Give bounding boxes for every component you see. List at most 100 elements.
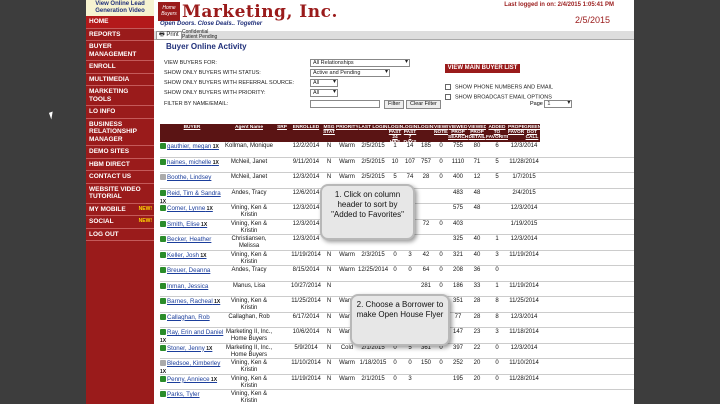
status-dot-icon bbox=[160, 282, 166, 289]
column-header-logins-past-7-days[interactable]: LOGINS PAST 7 DAYS bbox=[402, 124, 418, 142]
column-header-logins[interactable]: LOGINS bbox=[418, 124, 434, 142]
sidebar-item-hbm-direct[interactable]: HBM DIRECT bbox=[86, 159, 154, 171]
cell-agent: Vining, Ken & Kristin bbox=[230, 220, 268, 234]
cell-enrolled: 12/3/2014 bbox=[292, 174, 320, 180]
cell-c8: 11/28/2014 bbox=[509, 158, 539, 165]
sidebar-item-contact-us[interactable]: CONTACT US bbox=[86, 171, 154, 184]
column-header-enrolled[interactable]: ENROLLED bbox=[290, 124, 322, 142]
page-select[interactable]: 1 bbox=[544, 100, 573, 108]
buyer-name-link[interactable]: Comer, Lynne 1X bbox=[160, 204, 224, 219]
cell-agent: Marketing II, Inc., Home Buyers bbox=[225, 329, 273, 342]
buyer-name-link[interactable]: haines, michelle 1X bbox=[160, 158, 224, 173]
referral-select[interactable]: All bbox=[310, 79, 338, 87]
column-header-agent-name[interactable]: Agent Name bbox=[224, 124, 274, 142]
sidebar-item-buyer-management[interactable]: BUYER MANAGEMENT bbox=[86, 41, 154, 61]
column-header-added-to-favorites[interactable]: ADDED TO FAVORITES bbox=[486, 124, 508, 142]
multiplier-label: 1X bbox=[199, 252, 207, 259]
column-header-srp[interactable]: SRP bbox=[274, 124, 290, 142]
show-phone-checkbox[interactable]: SHOW PHONE NUMBERS AND EMAIL bbox=[445, 84, 553, 90]
cell-c7: 1 bbox=[495, 236, 499, 242]
sidebar-item-business-relationship-manager[interactable]: BUSINESS RELATIONSHIP MANAGER bbox=[86, 119, 154, 146]
filter-button[interactable]: Filter bbox=[384, 100, 405, 109]
print-button[interactable]: 🖶 Print bbox=[156, 31, 182, 40]
column-header-green-dot-call[interactable]: GREEN DOT CALL bbox=[524, 124, 540, 142]
sidebar-item-log-out[interactable]: LOG OUT bbox=[86, 229, 154, 241]
buyer-name-link[interactable]: gauthier, megan 1X bbox=[160, 142, 224, 157]
sidebar-item-enroll[interactable]: ENROLL bbox=[86, 61, 154, 74]
priority-select[interactable]: All bbox=[310, 89, 338, 97]
buyer-name-link[interactable]: Inman, Jessica bbox=[160, 282, 224, 297]
name-email-input[interactable] bbox=[310, 100, 380, 108]
buyer-name-link[interactable]: Callaghan, Rob bbox=[160, 313, 224, 328]
view-main-buyer-list-button[interactable]: VIEW MAIN BUYER LIST bbox=[445, 64, 520, 73]
cell-priority: Warm bbox=[339, 143, 355, 149]
buyer-name-link[interactable]: Barnes, Racheal 1X bbox=[160, 297, 224, 312]
sidebar-item-reports[interactable]: REPORTS bbox=[86, 29, 154, 41]
cell-srp bbox=[274, 282, 290, 297]
sidebar-item-lo-info[interactable]: LO INFO bbox=[86, 106, 154, 119]
column-header-viewed-prop-detail[interactable]: VIEWED PROP DETAIL bbox=[468, 124, 486, 142]
column-header-properties-favorites[interactable]: PROPERTIES FAVORITES bbox=[508, 124, 524, 142]
cell-c7: 8 bbox=[495, 298, 499, 304]
status-dot-icon bbox=[160, 143, 166, 150]
column-header-viewed-prop-search[interactable]: VIEWED PROP SEARCH bbox=[448, 124, 468, 142]
cell-srp bbox=[274, 313, 290, 328]
buyer-name-link[interactable]: Breuer, Deanna bbox=[160, 266, 224, 281]
buyer-name-link[interactable]: Reid, Tim & Sandra 1X bbox=[160, 189, 224, 204]
buyer-name-link[interactable]: Keller, Josh 1X bbox=[160, 251, 224, 266]
cell-agent: Vining, Ken & Kristin bbox=[230, 375, 268, 389]
cell-c5: 1110 bbox=[451, 158, 465, 165]
buyer-name: Stoner, Jenny bbox=[167, 344, 205, 352]
sidebar-item-website-video-tutorial[interactable]: WEBSITE VIDEO TUTORIAL bbox=[86, 184, 154, 204]
multiplier-label: 1X bbox=[160, 338, 167, 343]
cell-c3: 64 bbox=[422, 267, 430, 273]
buyer-name-link[interactable]: Becker, Heather bbox=[160, 235, 224, 250]
cell-last: 2/5/2015 bbox=[361, 158, 385, 165]
multiplier-label: 1X bbox=[204, 345, 213, 352]
buyer-name-link[interactable]: Parks, Tyler bbox=[160, 390, 224, 404]
sidebar-item-label: MULTIMEDIA bbox=[89, 75, 130, 83]
buyer-name-link[interactable]: Penny, Anniece 1X bbox=[160, 375, 224, 390]
sidebar-item-social[interactable]: SOCIAL NEW! bbox=[86, 216, 154, 229]
sidebar-item-demo-sites[interactable]: DEMO SITES bbox=[86, 146, 154, 159]
status-dot-icon bbox=[160, 236, 166, 243]
buyer-name-link[interactable]: Ray, Erin and Daniel 1X bbox=[160, 328, 224, 343]
column-header-buyer[interactable]: BUYER bbox=[160, 124, 224, 142]
sidebar-item-multimedia[interactable]: MULTIMEDIA bbox=[86, 74, 154, 86]
sidebar-item-my-mobile[interactable]: MY MOBILE NEW! bbox=[86, 204, 154, 216]
column-header-msg-stat[interactable]: MSG STAT bbox=[322, 124, 336, 142]
cell-c3 bbox=[418, 375, 434, 390]
column-header-viewed-notes[interactable]: VIEWED NOTES bbox=[434, 124, 448, 142]
clear-filter-button[interactable]: Clear Filter bbox=[406, 100, 441, 109]
sidebar-item-label: SOCIAL bbox=[89, 218, 114, 225]
column-header-logins-past-24-hrs[interactable]: LOGINS PAST 24 HRS bbox=[388, 124, 402, 142]
view-buyers-select[interactable]: All Relationships bbox=[310, 59, 410, 67]
cell-enrolled: 12/3/2014 bbox=[292, 236, 320, 242]
buyer-name-link[interactable]: Smith, Elise 1X bbox=[160, 220, 224, 235]
sidebar-item-home[interactable]: HOME bbox=[86, 16, 154, 29]
cell-c6: 12 bbox=[473, 174, 481, 180]
cell-srp bbox=[274, 158, 290, 173]
cell-c2: 0 bbox=[408, 267, 412, 273]
sidebar-item-marketing-tools[interactable]: MARKETING TOOLS bbox=[86, 86, 154, 106]
cell-srp bbox=[274, 220, 290, 235]
cell-c7 bbox=[486, 189, 508, 204]
column-header-last-login[interactable]: LAST LOGIN bbox=[358, 124, 388, 142]
lead-generation-video-link[interactable]: View Online Lead Generation Video bbox=[86, 0, 154, 16]
sidebar-item-label: HBM DIRECT bbox=[89, 160, 130, 168]
buyer-name-link[interactable]: Boothe, Lindsey bbox=[160, 173, 224, 188]
cell-c6: 71 bbox=[473, 158, 481, 165]
buyer-name-link[interactable]: Stoner, Jenny 1X bbox=[160, 344, 224, 359]
status-select[interactable]: Active and Pending bbox=[310, 69, 390, 77]
cell-c2: 0 bbox=[408, 360, 412, 366]
column-header-priority[interactable]: PRIORITY bbox=[336, 124, 358, 142]
cell-agent: Vining, Ken & Kristin bbox=[230, 251, 268, 265]
sidebar-item-label: LO INFO bbox=[89, 108, 116, 115]
cell-c4 bbox=[434, 375, 448, 390]
sidebar-item-label: CONTACT US bbox=[89, 173, 132, 180]
cell-c4 bbox=[434, 390, 448, 404]
cell-priority: Warm bbox=[339, 251, 355, 258]
status-dot-icon bbox=[160, 391, 166, 398]
buyer-name-link[interactable]: Bledsoe, Kimberley 1X bbox=[160, 359, 224, 374]
status-dot-icon bbox=[160, 344, 166, 351]
